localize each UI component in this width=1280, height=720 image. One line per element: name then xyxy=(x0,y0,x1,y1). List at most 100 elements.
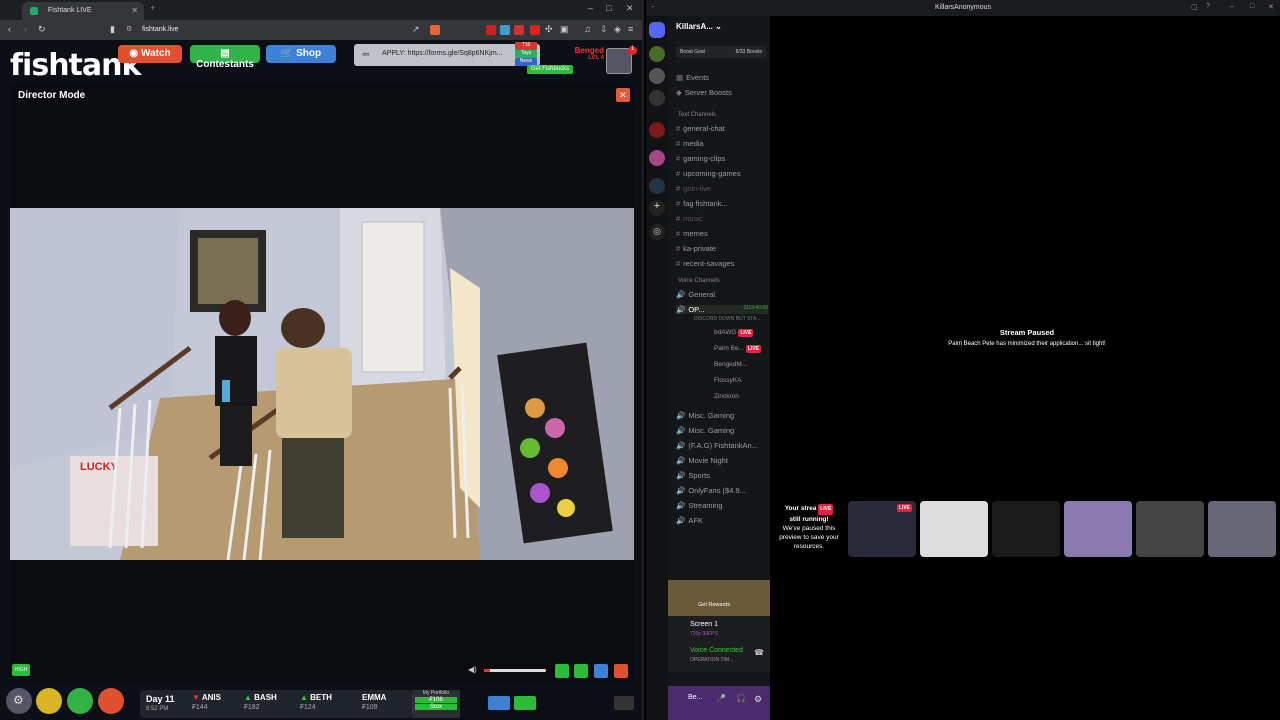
get-fishbucks-button[interactable]: Get Fishbucks xyxy=(527,65,573,74)
shop-button[interactable]: 🛒 Shop xyxy=(266,45,336,63)
user-settings-gear-icon[interactable]: ⚙ xyxy=(754,694,762,705)
candidate-bash[interactable]: ▲ BASH ₣182 xyxy=(244,693,277,711)
channel-goin-live[interactable]: # goin-live xyxy=(676,184,711,193)
voice-op-active[interactable]: 🔊 OP... 211d:40:00 xyxy=(676,305,768,314)
tag-tays[interactable]: Tays xyxy=(515,50,537,58)
server-icon-1[interactable] xyxy=(649,46,665,62)
channel-ka-private[interactable]: # ka-private xyxy=(676,244,716,253)
inbox-icon[interactable]: ▢ xyxy=(1191,3,1198,11)
url-field[interactable]: ⚙ fishtank.live xyxy=(118,23,442,37)
disconnect-icon[interactable]: ☎ xyxy=(754,648,764,657)
extension-record-icon[interactable] xyxy=(530,25,540,35)
voice-sports[interactable]: 🔊 Sports xyxy=(676,471,710,480)
no-entry-button[interactable] xyxy=(98,688,124,714)
back-icon[interactable]: ‹ xyxy=(8,24,11,34)
live-video-feed[interactable]: LUCKY xyxy=(10,208,634,560)
minimize-icon[interactable]: – xyxy=(588,3,593,13)
channel-general-chat[interactable]: # general-chat xyxy=(676,124,725,133)
microphone-icon[interactable]: 🎤 xyxy=(716,694,726,703)
chat-button[interactable] xyxy=(488,696,510,710)
voice-user-zinckron[interactable]: Zinckron xyxy=(714,393,739,400)
brave-shield-icon[interactable] xyxy=(430,25,440,35)
screen-share-panel[interactable]: Screen 1 720p 30FPS xyxy=(668,616,770,644)
server-icon-2[interactable] xyxy=(649,68,665,84)
volume-slider[interactable] xyxy=(484,669,546,672)
participant-tile-3[interactable] xyxy=(1064,501,1132,557)
server-icon-4[interactable] xyxy=(649,122,665,138)
boost-goal[interactable]: Boost Goal 6/33 Boosts xyxy=(676,46,766,58)
record-button[interactable] xyxy=(614,664,628,678)
participant-tile-4[interactable] xyxy=(1136,501,1204,557)
server-boosts-link[interactable]: ◆ Server Boosts xyxy=(676,88,732,97)
participant-tile-5[interactable] xyxy=(1208,501,1276,557)
voice-user-palm[interactable]: Palm Be... LIVE xyxy=(714,345,761,353)
minimize-icon[interactable]: – xyxy=(1230,3,1234,10)
close-tab-icon[interactable]: ✕ xyxy=(131,6,138,15)
server-icon-3[interactable] xyxy=(649,90,665,106)
server-name[interactable]: KillarsA... ⌄ xyxy=(676,22,722,31)
watch-button[interactable]: ◉ Watch xyxy=(118,45,182,63)
portfolio-widget[interactable]: My Portfolio ₣106 Stox xyxy=(412,690,460,718)
wallet-icon[interactable]: ◈ xyxy=(614,24,621,35)
maximize-icon[interactable]: □ xyxy=(1250,3,1254,10)
voice-misc-gaming-1[interactable]: 🔊 Misc. Gaming xyxy=(676,411,734,420)
candidate-emma[interactable]: EMMA ₣109 xyxy=(362,693,386,711)
channel-media[interactable]: # media xyxy=(676,139,704,148)
extension-red-icon[interactable] xyxy=(486,25,496,35)
voice-misc-gaming-2[interactable]: 🔊 Misc. Gaming xyxy=(676,426,734,435)
candidate-beth[interactable]: ▲ BETH ₣124 xyxy=(300,693,332,711)
voice-afk[interactable]: 🔊 AFK xyxy=(676,516,703,525)
close-icon[interactable]: ✕ xyxy=(1268,3,1274,11)
channel-recent-savages[interactable]: # recent-savages xyxy=(676,259,734,268)
voice-general[interactable]: 🔊 General xyxy=(676,290,715,299)
download-button[interactable] xyxy=(514,696,536,710)
server-folder-icon[interactable] xyxy=(649,150,665,166)
headphones-icon[interactable]: 🎧 xyxy=(736,694,746,703)
voice-streaming[interactable]: 🔊 Streaming xyxy=(676,501,723,510)
participant-tile-1[interactable] xyxy=(920,501,988,557)
pip-button[interactable] xyxy=(574,664,588,678)
voice-user-bdawg[interactable]: bdAWG LIVE xyxy=(714,329,754,337)
bookmark-icon[interactable]: ▮ xyxy=(110,24,115,35)
new-tab-icon[interactable]: + xyxy=(150,3,155,13)
camera-grid-button[interactable] xyxy=(555,664,569,678)
help-icon[interactable]: ? xyxy=(1206,3,1210,10)
contestant-standings[interactable]: Day 11 8:52 PM ▼ ANIS ₣144 ▲ BASH ₣182 ▲ B… xyxy=(140,690,412,718)
channel-upcoming-games[interactable]: # upcoming-games xyxy=(676,169,741,178)
fullscreen-button[interactable] xyxy=(594,664,608,678)
extensions-puzzle-icon[interactable]: ✣ xyxy=(545,24,553,35)
voice-fag-fishtank[interactable]: 🔊 (F.A.G) FishtankAn... xyxy=(676,441,758,450)
explore-icon[interactable]: ◎ xyxy=(649,224,665,240)
screenshot-icon[interactable]: ▣ xyxy=(560,24,569,35)
events-link[interactable]: ▦ Events xyxy=(676,73,709,82)
contestants-button[interactable]: ▤ Contestants xyxy=(190,45,260,70)
channel-memes[interactable]: # memes xyxy=(676,229,708,238)
text-channels-category[interactable]: Text Channels xyxy=(678,112,716,118)
voice-user-flossy[interactable]: FlossyKA xyxy=(714,377,741,384)
forward-icon[interactable]: › xyxy=(24,24,27,34)
share-icon[interactable]: ↗ xyxy=(412,24,420,35)
stox-button[interactable]: Stox xyxy=(415,704,457,710)
close-window-icon[interactable]: ✕ xyxy=(626,3,634,14)
apply-banner[interactable]: ⇦ APPLY: https://forms.gle/Sq8p6NKjm... xyxy=(354,44,540,66)
back-arrow-icon[interactable]: ← xyxy=(650,3,657,10)
download-icon[interactable]: ⇩ xyxy=(600,24,608,35)
arrow-left-icon[interactable]: ⇦ xyxy=(362,49,370,60)
server-icon-5[interactable] xyxy=(649,178,665,194)
channel-gaming-clips[interactable]: # gaming-clips xyxy=(676,154,725,163)
candidate-anis[interactable]: ▼ ANIS ₣144 xyxy=(192,693,221,711)
expand-button[interactable] xyxy=(614,696,634,710)
site-info-icon[interactable]: ⚙ xyxy=(126,25,132,33)
channel-fishtank[interactable]: # fag fishtank... xyxy=(676,199,728,208)
maximize-icon[interactable]: □ xyxy=(606,3,611,13)
stream-tile-preview[interactable]: LIVE xyxy=(848,501,916,557)
phone-button[interactable] xyxy=(67,688,93,714)
tag-t16[interactable]: T16 xyxy=(515,42,537,50)
settings-gear-button[interactable]: ⚙ xyxy=(6,688,32,714)
volume-icon[interactable]: ◀) xyxy=(468,665,477,674)
user-info[interactable]: Benged LVL 4 xyxy=(570,46,604,61)
voice-user-benged[interactable]: BengedM... xyxy=(714,361,747,368)
reload-icon[interactable]: ↻ xyxy=(38,24,46,35)
discord-home-icon[interactable] xyxy=(649,22,665,38)
quality-badge[interactable]: HIGH xyxy=(12,664,30,676)
